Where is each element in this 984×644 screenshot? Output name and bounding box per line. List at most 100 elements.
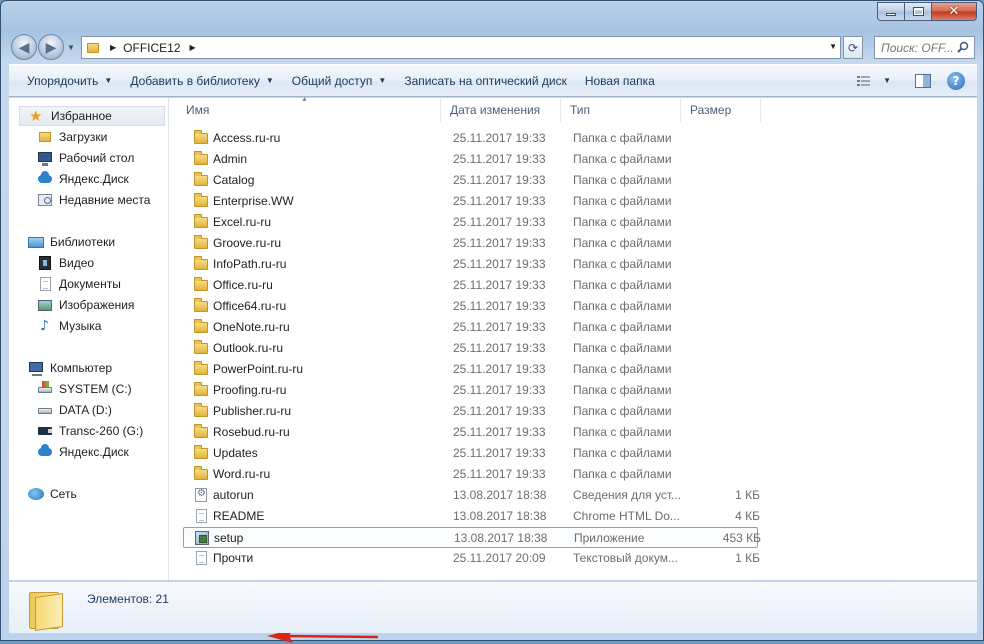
column-header-name[interactable]: Имя ▲ xyxy=(177,96,441,122)
file-row[interactable]: Excel.ru-ru 25.11.2017 19:33 Папка с файла… xyxy=(183,212,758,233)
minimize-icon xyxy=(886,13,896,16)
folder-icon xyxy=(193,424,209,440)
sidebar-item-yandex-disk-drive[interactable]: Яндекс.Диск xyxy=(37,442,129,462)
sidebar-item-documents[interactable]: Документы xyxy=(37,274,121,294)
file-row[interactable]: README 13.08.2017 18:38 Chrome HTML Do... 4… xyxy=(183,506,760,527)
file-row[interactable]: Groove.ru-ru 25.11.2017 19:33 Папка с файл… xyxy=(183,233,758,254)
new-folder-button[interactable]: Новая папка xyxy=(576,65,664,96)
recent-places-icon xyxy=(37,192,53,208)
breadcrumb-current[interactable]: OFFICE12 xyxy=(123,41,180,55)
chevron-down-icon: ▼ xyxy=(378,76,387,85)
file-row[interactable]: Enterprise.WW 25.11.2017 19:33 Папка с фай… xyxy=(183,191,758,212)
file-date: 25.11.2017 19:33 xyxy=(453,341,546,355)
sidebar-item-label: Видео xyxy=(59,256,95,270)
sidebar-item-label: Недавние места xyxy=(59,193,151,207)
file-row[interactable]: Access.ru-ru 25.11.2017 19:33 Папка с файл… xyxy=(183,128,758,149)
libraries-icon xyxy=(28,234,44,250)
file-row[interactable]: Прочти 25.11.2017 20:09 Текстовый докум...… xyxy=(183,548,760,569)
folder-icon xyxy=(193,361,209,377)
navigation-row: ◀ ▶ ▼ ▶ OFFICE12 ▶ ▼ ⟳ xyxy=(11,34,975,60)
file-row[interactable]: Proofing.ru-ru 25.11.2017 19:33 Папка с фа… xyxy=(183,380,758,401)
back-button[interactable]: ◀ xyxy=(11,34,37,60)
sidebar-item-drive-g[interactable]: Transc-260 (G:) xyxy=(37,421,143,441)
share-label: Общий доступ xyxy=(291,73,373,88)
file-row[interactable]: setup 13.08.2017 18:38 Приложение 453 КБ xyxy=(183,527,761,548)
column-header-date[interactable]: Дата изменения xyxy=(441,98,561,122)
file-row[interactable]: OneNote.ru-ru 25.11.2017 19:33 Папка с фай… xyxy=(183,317,758,338)
sidebar-item-favorites[interactable]: ★ Избранное xyxy=(19,106,165,126)
view-details-icon xyxy=(857,75,871,86)
file-row[interactable]: Office64.ru-ru 25.11.2017 19:33 Папка с фа… xyxy=(183,296,758,317)
usb-drive-icon xyxy=(37,423,53,439)
help-button[interactable]: ? xyxy=(939,65,973,96)
folder-icon xyxy=(193,466,209,482)
cloud-icon xyxy=(37,444,53,460)
file-type: Папка с файлами xyxy=(573,320,672,334)
file-row[interactable]: Outlook.ru-ru 25.11.2017 19:33 Папка с фай… xyxy=(183,338,758,359)
breadcrumb-separator-icon[interactable]: ▶ xyxy=(110,43,116,52)
breadcrumb-separator-icon[interactable]: ▶ xyxy=(190,43,196,52)
search-box[interactable] xyxy=(874,36,975,59)
large-folder-icon xyxy=(29,589,63,631)
column-header-size[interactable]: Размер xyxy=(681,98,761,122)
file-list: Имя ▲ Дата изменения Тип Размер Access.r… xyxy=(177,96,977,580)
file-row[interactable]: PowerPoint.ru-ru 25.11.2017 19:33 Папка с … xyxy=(183,359,758,380)
folder-icon xyxy=(193,298,209,314)
sidebar-item-drive-d[interactable]: DATA (D:) xyxy=(37,400,112,420)
file-name: Groove.ru-ru xyxy=(213,236,282,250)
application-icon xyxy=(194,530,210,546)
file-row[interactable]: Updates 25.11.2017 19:33 Папка с файлами xyxy=(183,443,758,464)
sidebar-item-downloads[interactable]: Загрузки xyxy=(37,127,107,147)
file-date: 25.11.2017 19:33 xyxy=(453,173,546,187)
file-row[interactable]: autorun 13.08.2017 18:38 Сведения для уст.… xyxy=(183,485,760,506)
chevron-down-icon: ▼ xyxy=(104,76,113,85)
close-button[interactable]: ✕ xyxy=(931,2,977,21)
sidebar-item-drive-c[interactable]: SYSTEM (C:) xyxy=(37,379,132,399)
burn-button[interactable]: Записать на оптический диск xyxy=(395,65,576,96)
address-bar[interactable]: ▶ OFFICE12 ▶ ▼ xyxy=(81,36,841,59)
sidebar-item-video[interactable]: Видео xyxy=(37,253,94,273)
sidebar-item-pictures[interactable]: Изображения xyxy=(37,295,134,315)
folder-icon xyxy=(193,403,209,419)
file-date: 25.11.2017 19:33 xyxy=(453,467,546,481)
file-row[interactable]: Word.ru-ru 25.11.2017 19:33 Папка с файлам… xyxy=(183,464,758,485)
file-row[interactable]: InfoPath.ru-ru 25.11.2017 19:33 Папка с фа… xyxy=(183,254,758,275)
sidebar-item-network[interactable]: Сеть xyxy=(28,484,77,504)
file-name: Access.ru-ru xyxy=(213,131,281,145)
organize-menu[interactable]: Упорядочить ▼ xyxy=(18,65,121,96)
sidebar-item-computer[interactable]: Компьютер xyxy=(28,358,112,378)
add-to-library-menu[interactable]: Добавить в библиотеку ▼ xyxy=(121,65,282,96)
document-icon xyxy=(193,508,209,524)
video-library-icon xyxy=(37,255,53,271)
folder-icon xyxy=(193,319,209,335)
sidebar-item-label: Яндекс.Диск xyxy=(59,172,129,186)
file-row[interactable]: Admin 25.11.2017 19:33 Папка с файлами xyxy=(183,149,758,170)
share-menu[interactable]: Общий доступ ▼ xyxy=(283,65,396,96)
sidebar-item-music[interactable]: ♪ Музыка xyxy=(37,316,101,336)
minimize-button[interactable] xyxy=(877,2,904,21)
chevron-down-icon: ▼ xyxy=(265,76,274,85)
address-dropdown-icon[interactable]: ▼ xyxy=(829,42,837,51)
refresh-button[interactable]: ⟳ xyxy=(843,36,863,59)
file-row[interactable]: Office.ru-ru 25.11.2017 19:33 Папка с файл… xyxy=(183,275,758,296)
sidebar-item-libraries[interactable]: Библиотеки xyxy=(28,232,115,252)
file-row[interactable]: Catalog 25.11.2017 19:33 Папка с файлами xyxy=(183,170,758,191)
sidebar-item-desktop[interactable]: Рабочий стол xyxy=(37,148,134,168)
maximize-button[interactable] xyxy=(904,2,931,21)
search-icon[interactable] xyxy=(957,41,969,53)
column-header-label: Дата изменения xyxy=(450,103,541,117)
change-view-button[interactable]: ▼ xyxy=(845,65,899,96)
file-row[interactable]: Rosebud.ru-ru 25.11.2017 19:33 Папка с фай… xyxy=(183,422,758,443)
sidebar-item-recent-places[interactable]: Недавние места xyxy=(37,190,150,210)
forward-button[interactable]: ▶ xyxy=(38,34,64,60)
folder-icon xyxy=(193,382,209,398)
preview-pane-button[interactable] xyxy=(907,65,939,96)
search-input[interactable] xyxy=(881,40,961,55)
column-header-label: Размер xyxy=(690,103,732,117)
file-row[interactable]: Publisher.ru-ru 25.11.2017 19:33 Папка с ф… xyxy=(183,401,758,422)
recent-pages-dropdown[interactable]: ▼ xyxy=(67,43,75,52)
column-header-type[interactable]: Тип xyxy=(561,98,681,122)
sidebar-item-yandex-disk[interactable]: Яндекс.Диск xyxy=(37,169,129,189)
file-type: Папка с файлами xyxy=(573,362,672,376)
file-type: Папка с файлами xyxy=(573,131,672,145)
